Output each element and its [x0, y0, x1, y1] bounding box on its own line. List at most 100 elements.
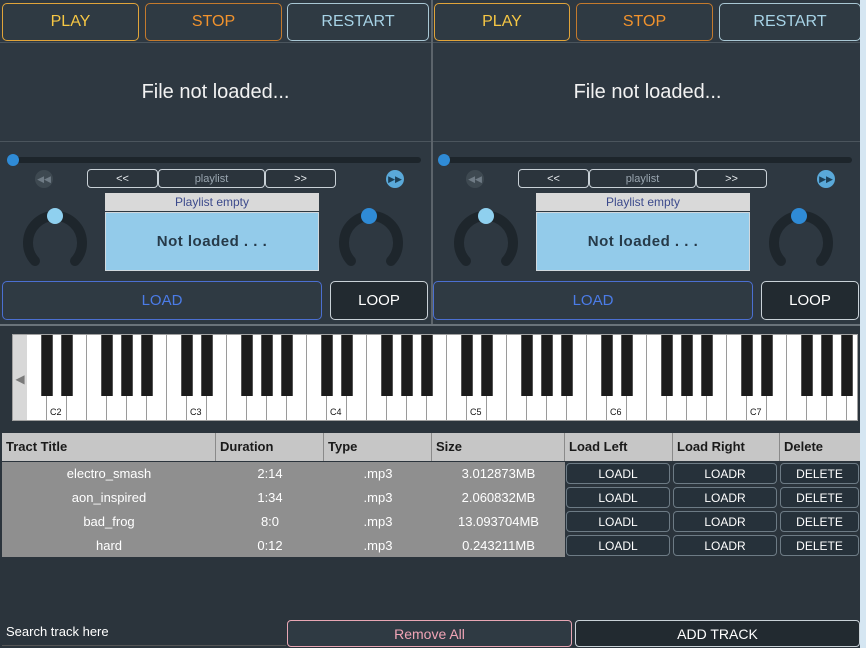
left-stop-button[interactable]: STOP [145, 3, 282, 41]
right-restart-button[interactable]: RESTART [719, 3, 861, 41]
right-position-thumb[interactable] [438, 154, 450, 166]
black-key[interactable] [801, 335, 813, 396]
table-row[interactable]: electro_smash 2:14 .mp3 3.012873MB [2, 462, 565, 486]
header-load-left[interactable]: Load Left [565, 433, 673, 461]
left-volume-knob[interactable] [23, 203, 87, 269]
right-position-slider[interactable] [438, 154, 852, 166]
black-key[interactable] [61, 335, 73, 396]
black-key[interactable] [281, 335, 293, 396]
left-position-thumb[interactable] [7, 154, 19, 166]
black-key[interactable] [521, 335, 533, 396]
left-speed-knob[interactable] [339, 203, 403, 269]
right-loop-button[interactable]: LOOP [761, 281, 859, 320]
header-title[interactable]: Tract Title [2, 433, 216, 461]
table-row[interactable]: hard 0:12 .mp3 0.243211MB [2, 534, 565, 558]
remove-all-button[interactable]: Remove All [287, 620, 572, 647]
black-key[interactable] [401, 335, 413, 396]
delete-button[interactable]: DELETE [780, 487, 859, 508]
black-key[interactable] [181, 335, 193, 396]
right-volume-knob[interactable] [454, 203, 518, 269]
header-delete[interactable]: Delete [780, 433, 860, 461]
left-play-button[interactable]: PLAY [2, 3, 139, 41]
black-key[interactable] [561, 335, 573, 396]
black-key[interactable] [541, 335, 553, 396]
left-status-text: File not loaded... [141, 80, 290, 103]
right-prev-button[interactable]: << [518, 169, 589, 188]
right-next-button[interactable]: >> [696, 169, 767, 188]
black-key[interactable] [461, 335, 473, 396]
left-next-button[interactable]: >> [265, 169, 336, 188]
black-key[interactable] [121, 335, 133, 396]
right-speed-knob[interactable] [769, 203, 833, 269]
left-status-display: File not loaded... [0, 42, 431, 142]
load-right-button[interactable]: LOADR [673, 511, 777, 532]
header-load-right[interactable]: Load Right [673, 433, 780, 461]
right-deck: PLAY STOP RESTART File not loaded... ◀◀ … [431, 0, 862, 324]
table-row[interactable]: bad_frog 8:0 .mp3 13.093704MB [2, 510, 565, 534]
black-key[interactable] [681, 335, 693, 396]
load-left-button[interactable]: LOADL [566, 511, 670, 532]
right-fast-forward-icon[interactable]: ▶▶ [817, 170, 835, 188]
left-playlist-status: Playlist empty [105, 193, 319, 211]
black-key[interactable] [481, 335, 493, 396]
black-key[interactable] [701, 335, 713, 396]
black-key[interactable] [261, 335, 273, 396]
left-position-slider[interactable] [7, 154, 421, 166]
right-stop-button[interactable]: STOP [576, 3, 713, 41]
cell-duration: 2:14 [257, 466, 283, 481]
header-duration[interactable]: Duration [216, 433, 324, 461]
cell-duration: 8:0 [260, 514, 280, 529]
black-key[interactable] [141, 335, 153, 396]
left-playlist-button[interactable]: playlist [158, 169, 265, 188]
black-key[interactable] [761, 335, 773, 396]
delete-button[interactable]: DELETE [780, 463, 859, 484]
search-input[interactable]: Search track here [2, 620, 286, 646]
black-key[interactable] [101, 335, 113, 396]
cell-title: hard [95, 538, 123, 553]
cell-duration: 1:34 [257, 490, 283, 505]
delete-button[interactable]: DELETE [780, 535, 859, 556]
cell-type: .mp3 [363, 538, 393, 553]
black-key[interactable] [201, 335, 213, 396]
header-size[interactable]: Size [432, 433, 565, 461]
scroll-left-arrow-icon[interactable]: ◀ [13, 335, 27, 420]
octave-label: C2 [50, 407, 62, 417]
load-right-button[interactable]: LOADR [673, 487, 777, 508]
black-key[interactable] [601, 335, 613, 396]
black-key[interactable] [321, 335, 333, 396]
add-track-button[interactable]: ADD TRACK [575, 620, 860, 647]
octave-label: C6 [610, 407, 622, 417]
black-key[interactable] [381, 335, 393, 396]
black-key[interactable] [241, 335, 253, 396]
black-key[interactable] [661, 335, 673, 396]
right-rewind-icon[interactable]: ◀◀ [466, 170, 484, 188]
left-rewind-icon[interactable]: ◀◀ [35, 170, 53, 188]
load-left-button[interactable]: LOADL [566, 487, 670, 508]
left-prev-button[interactable]: << [87, 169, 158, 188]
black-key[interactable] [821, 335, 833, 396]
right-playlist-button[interactable]: playlist [589, 169, 696, 188]
table-row[interactable]: aon_inspired 1:34 .mp3 2.060832MB [2, 486, 565, 510]
left-fast-forward-icon[interactable]: ▶▶ [386, 170, 404, 188]
load-right-button[interactable]: LOADR [673, 463, 777, 484]
left-track-display: Not loaded . . . [105, 212, 319, 271]
black-key[interactable] [741, 335, 753, 396]
load-right-button[interactable]: LOADR [673, 535, 777, 556]
right-play-button[interactable]: PLAY [434, 3, 570, 41]
left-load-button[interactable]: LOAD [2, 281, 322, 320]
piano-keyboard[interactable]: ◀ C2C3C4C5C6C7C8 [12, 334, 858, 421]
left-restart-button[interactable]: RESTART [287, 3, 429, 41]
black-key[interactable] [841, 335, 853, 396]
black-key[interactable] [621, 335, 633, 396]
load-left-button[interactable]: LOADL [566, 463, 670, 484]
octave-label: C5 [470, 407, 482, 417]
black-key[interactable] [421, 335, 433, 396]
black-key[interactable] [341, 335, 353, 396]
right-load-button[interactable]: LOAD [433, 281, 753, 320]
header-type[interactable]: Type [324, 433, 432, 461]
left-deck: PLAY STOP RESTART File not loaded... ◀◀ … [0, 0, 431, 324]
black-key[interactable] [41, 335, 53, 396]
left-loop-button[interactable]: LOOP [330, 281, 428, 320]
delete-button[interactable]: DELETE [780, 511, 859, 532]
load-left-button[interactable]: LOADL [566, 535, 670, 556]
